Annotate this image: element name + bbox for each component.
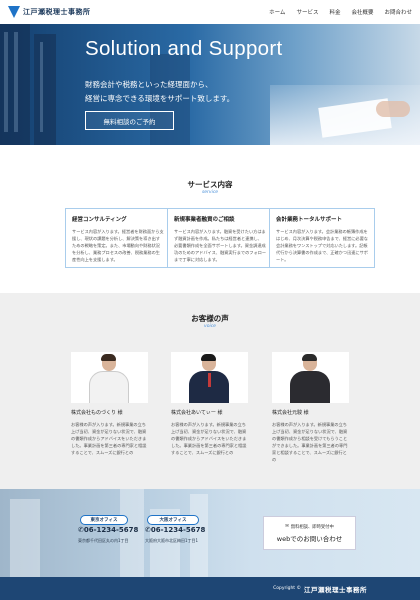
- nav-item-company[interactable]: 会社概要: [351, 8, 373, 16]
- service-card-title: 会計業務トータルサポート: [276, 217, 343, 223]
- osaka-address: 大阪府大阪市北区梅田1丁目1: [145, 538, 199, 543]
- service-card-consulting[interactable]: 経営コンサルティング サービス内容が入ります。経営者を財務面から支援し、現状の課…: [65, 208, 171, 268]
- voice-card: 株式会社元駿 様 お客様の声が入ります。新規事業の立ち上げ当初、資金が足りない状…: [272, 352, 349, 463]
- customer-comment: お客様の声が入ります。新規事業の立ち上げ当初、資金が足りない状況で、融資の書類作…: [71, 422, 147, 455]
- tokyo-phone[interactable]: ✆06-1234-5678: [78, 526, 138, 534]
- footer-company-name: 江戸瀬税理士事務所: [304, 585, 367, 594]
- site-footer: Copyright © 江戸瀬税理士事務所: [0, 577, 420, 600]
- voice-title: お客様の声: [191, 314, 229, 323]
- contact-section: [0, 489, 420, 577]
- hand-image: [376, 101, 410, 117]
- service-card-title: 経営コンサルティング: [72, 217, 127, 223]
- customer-photo: [71, 352, 148, 403]
- hero-text-line2: 経営に専念できる環境をサポート致します。: [85, 94, 235, 103]
- hero-section: Solution and Support 財務会計や税務といった経理面から、 経…: [0, 24, 420, 145]
- nav-item-home[interactable]: ホーム: [269, 8, 285, 16]
- customer-comment: お客様の声が入ります。新規事業の立ち上げ当初、資金が足りない状況で、融資の書類作…: [272, 422, 348, 462]
- nav-item-service[interactable]: サービス: [296, 8, 318, 16]
- hero-title: Solution and Support: [85, 37, 283, 60]
- customer-name: 株式会社元駿 様: [272, 410, 309, 416]
- services-title: サービス内容: [187, 180, 233, 189]
- logo-text: 江戸瀬税理士事務所: [23, 7, 91, 16]
- tokyo-office-label: 東京オフィス: [80, 515, 128, 525]
- mail-icon: ✉: [285, 524, 289, 529]
- logo-mark-icon: [8, 6, 20, 18]
- customer-comment: お客様の声が入ります。新規事業の立ち上げ当初、資金が足りない状況で、融資の書類作…: [171, 422, 247, 455]
- customer-photo: [272, 352, 349, 403]
- consult-reservation-button[interactable]: 無料相談のご予約: [85, 111, 174, 130]
- service-card-body: サービス内容が入ります。会計業務の帳簿作成をはじめ、月次決算や税務申告まで、経営…: [276, 229, 368, 262]
- tokyo-address: 東京都千代田区丸の内1丁目: [78, 538, 129, 543]
- service-card-accounting[interactable]: 会計業務トータルサポート サービス内容が入ります。会計業務の帳簿作成をはじめ、月…: [269, 208, 375, 268]
- service-card-title: 新規事業者融資のご相談: [174, 217, 235, 223]
- logo[interactable]: 江戸瀬税理士事務所: [8, 6, 91, 18]
- service-card-body: サービス内容が入ります。経営者を財務面から支援し、現状の課題を分析し、解決策を導…: [72, 229, 164, 262]
- web-contact-caption: 無料相談、即時受付中: [290, 524, 334, 530]
- osaka-office-label: 大阪オフィス: [147, 515, 199, 525]
- site-header: 江戸瀬税理士事務所 ホーム サービス 料金 会社概要 お問合わせ: [0, 0, 420, 24]
- hero-text-line1: 財務会計や税務といった経理面から、: [85, 80, 213, 89]
- web-contact-label: webでのお問い合わせ: [276, 534, 343, 543]
- customer-name: 株式会社ものづくり 様: [71, 410, 123, 416]
- voice-card: 株式会社あいてぃー 様 お客様の声が入ります。新規事業の立ち上げ当初、資金が足り…: [171, 352, 248, 456]
- customer-photo: [171, 352, 248, 403]
- nav-item-contact[interactable]: お問合わせ: [384, 8, 412, 16]
- copyright-text: Copyright ©: [273, 586, 301, 591]
- service-card-body: サービス内容が入ります。融資を受けたい方はまず融資計画を作成。私たちは経営者と連…: [174, 229, 267, 262]
- nav-item-price[interactable]: 料金: [329, 8, 340, 16]
- customer-name: 株式会社あいてぃー 様: [171, 410, 223, 416]
- osaka-phone[interactable]: ✆06-1234-5678: [145, 526, 205, 534]
- services-subtitle: service: [201, 190, 219, 195]
- voice-card: 株式会社ものづくり 様 お客様の声が入ります。新規事業の立ち上げ当初、資金が足り…: [71, 352, 148, 456]
- main-nav: ホーム サービス 料金 会社概要 お問合わせ: [269, 8, 412, 16]
- service-card-financing[interactable]: 新規事業者融資のご相談 サービス内容が入ります。融資を受けたい方はまず融資計画を…: [167, 208, 273, 268]
- web-contact-button[interactable]: ✉ 無料相談、即時受付中 webでのお問い合わせ: [263, 516, 356, 550]
- voice-subtitle: voice: [204, 324, 216, 329]
